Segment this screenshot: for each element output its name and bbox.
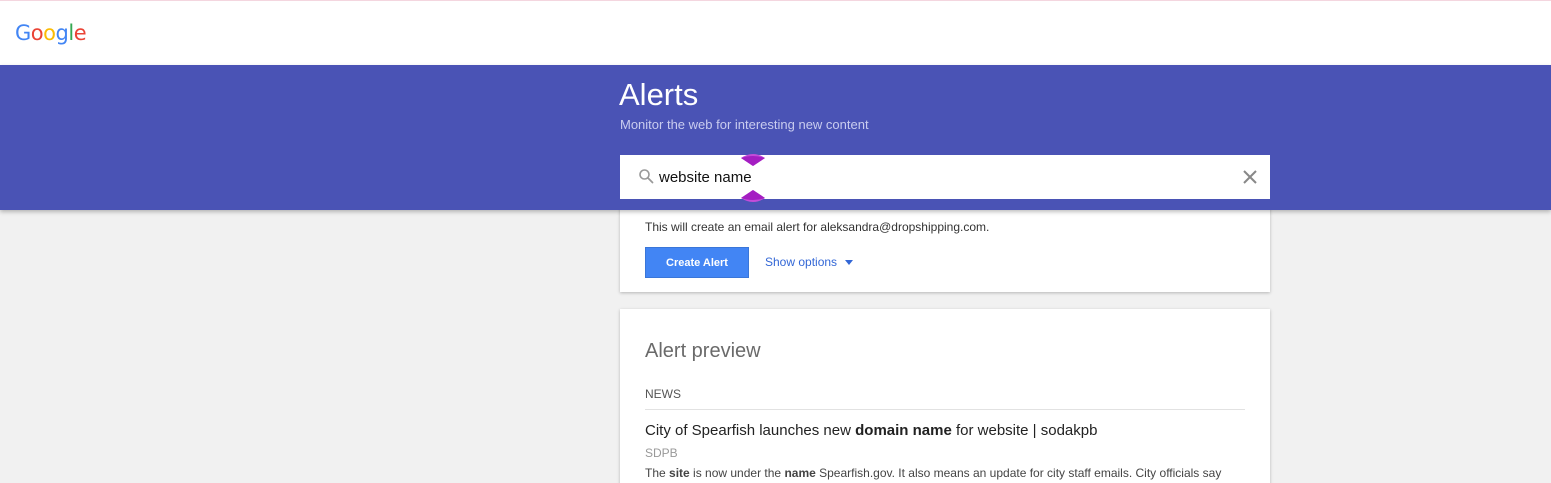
logo-letter: G	[15, 21, 31, 45]
create-alert-button[interactable]: Create Alert	[645, 247, 749, 278]
text-segment: The	[645, 466, 670, 480]
article-snippet: The site is now under the name Spearfish…	[645, 466, 1221, 480]
logo-letter: g	[55, 21, 69, 45]
alerts-banner: Alerts Monitor the web for interesting n…	[0, 65, 1551, 210]
top-bar: Google	[0, 0, 1551, 65]
chevron-down-icon	[845, 259, 854, 265]
logo-letter: o	[30, 21, 44, 45]
search-icon	[639, 169, 654, 184]
create-alert-card: This will create an email alert for alek…	[620, 200, 1270, 292]
logo-letter: o	[43, 21, 56, 45]
preview-title: Alert preview	[645, 340, 761, 362]
text-segment: Spearfish.gov. It also means an update f…	[815, 466, 1222, 480]
divider	[645, 409, 1245, 410]
logo-letter: e	[73, 21, 87, 45]
selection-handle-top-icon[interactable]	[740, 152, 766, 168]
show-options-link[interactable]: Show options	[765, 255, 854, 269]
text-segment: is now under the	[689, 466, 785, 480]
highlighted-term: site	[669, 466, 690, 480]
selection-handle-bottom-icon[interactable]	[740, 188, 766, 204]
close-icon[interactable]	[1240, 167, 1260, 187]
google-logo[interactable]: Google	[15, 21, 87, 45]
alert-preview-card: Alert preview NEWS City of Spearfish lau…	[620, 309, 1270, 483]
article-source: SDPB	[645, 446, 678, 460]
text-segment: for website | sodakpb	[951, 422, 1098, 439]
show-options-label: Show options	[765, 255, 838, 269]
page-subtitle: Monitor the web for interesting new cont…	[620, 117, 869, 132]
page-title: Alerts	[619, 77, 699, 112]
text-segment: City of Spearfish launches new	[645, 422, 856, 439]
article-title-link[interactable]: City of Spearfish launches new domain na…	[645, 422, 1097, 439]
section-label: NEWS	[645, 387, 681, 401]
highlighted-term: name	[784, 466, 816, 480]
email-alert-note: This will create an email alert for alek…	[645, 220, 990, 234]
highlighted-term: domain name	[855, 422, 952, 439]
search-box[interactable]	[620, 155, 1270, 199]
